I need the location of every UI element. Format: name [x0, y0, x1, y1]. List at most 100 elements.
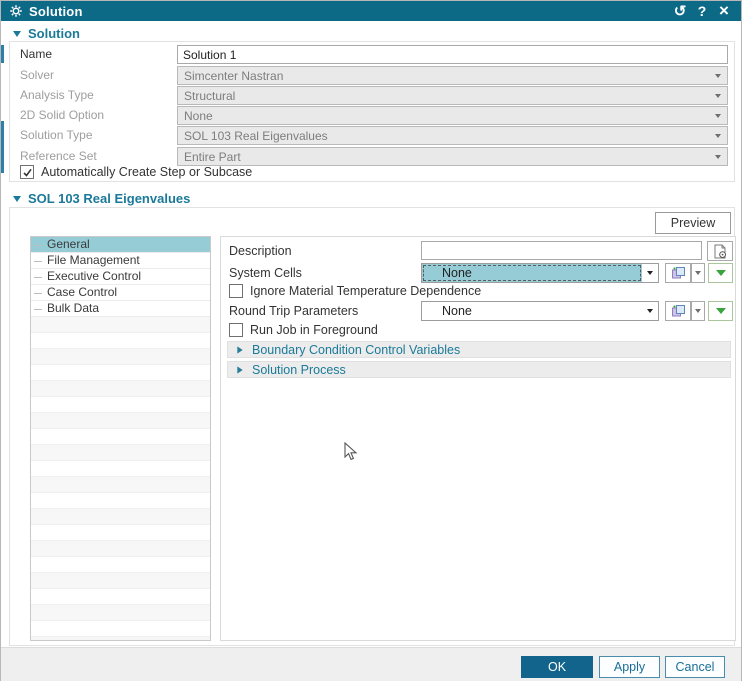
nav-item-general[interactable]: General	[31, 237, 210, 253]
reference-set-label: Reference Set	[20, 149, 97, 163]
chevron-down-icon	[647, 271, 653, 275]
ignore-material-label: Ignore Material Temperature Dependence	[250, 284, 482, 298]
empty-list-row	[31, 317, 210, 333]
empty-list-row	[31, 541, 210, 557]
auto-subcase-label: Automatically Create Step or Subcase	[41, 165, 253, 179]
document-edit-icon	[714, 244, 726, 258]
empty-list-row	[31, 413, 210, 429]
apply-button[interactable]: Apply	[599, 656, 660, 678]
reset-icon[interactable]: ↺	[669, 2, 691, 20]
general-settings-panel: Description System Cells None Ignore Mat…	[220, 236, 736, 641]
nav-item-executive-control[interactable]: Executive Control	[31, 269, 210, 285]
empty-list-row	[31, 493, 210, 509]
solution-group: Name Solver Simcenter Nastran Analysis T…	[9, 41, 735, 182]
expander-label: Solution Process	[252, 362, 346, 377]
solution-dialog: Solution ↺ ? × Solution Name Solver Simc…	[0, 0, 742, 681]
chevron-down-icon	[715, 113, 721, 118]
empty-list-row	[31, 429, 210, 445]
reference-set-dropdown: Entire Part	[177, 147, 728, 166]
chevron-down-icon	[715, 133, 721, 138]
description-input[interactable]	[421, 241, 702, 260]
section-title: Solution	[28, 26, 80, 41]
sol103-section-header[interactable]: SOL 103 Real Eigenvalues	[13, 191, 190, 206]
expand-triangle-icon	[237, 345, 243, 354]
chevron-down-icon	[715, 93, 721, 98]
copy-from-existing-button[interactable]	[665, 301, 691, 321]
empty-list-row	[31, 605, 210, 621]
name-label: Name	[20, 47, 53, 61]
system-cells-dropdown[interactable]: None	[421, 263, 659, 283]
section-title: SOL 103 Real Eigenvalues	[28, 191, 191, 206]
round-trip-dropdown[interactable]: None	[421, 301, 659, 321]
run-job-label: Run Job in Foreground	[250, 323, 378, 337]
round-trip-label: Round Trip Parameters	[229, 304, 359, 318]
analysis-type-dropdown: Structural	[177, 86, 728, 105]
gear-icon	[10, 5, 22, 17]
green-down-arrow-icon	[715, 270, 726, 276]
sol103-nav-list: General File Management Executive Contro…	[30, 236, 211, 641]
empty-list-row	[31, 445, 210, 461]
solution-process-expander[interactable]: Solution Process	[227, 361, 731, 378]
boundary-condition-expander[interactable]: Boundary Condition Control Variables	[227, 341, 731, 358]
empty-list-row	[31, 349, 210, 365]
green-down-arrow-icon	[715, 308, 726, 314]
empty-list-row	[31, 589, 210, 605]
solid-option-dropdown: None	[177, 106, 728, 125]
empty-list-row	[31, 557, 210, 573]
copy-icon	[671, 267, 685, 279]
expander-label: Boundary Condition Control Variables	[252, 342, 461, 357]
solution-type-label: Solution Type	[20, 128, 93, 142]
preview-button[interactable]: Preview	[655, 212, 731, 234]
empty-list-row	[31, 381, 210, 397]
system-cells-label: System Cells	[229, 266, 302, 280]
solution-section-header[interactable]: Solution	[13, 26, 80, 41]
chevron-down-icon	[647, 309, 653, 313]
empty-list-row	[31, 477, 210, 493]
title-bar: Solution ↺ ? ×	[1, 1, 741, 21]
chevron-down-icon	[715, 154, 721, 159]
chevron-down-icon	[695, 309, 701, 313]
empty-list-row	[31, 525, 210, 541]
chevron-down-icon	[715, 73, 721, 78]
chevron-down-icon	[695, 271, 701, 275]
empty-list-row	[31, 509, 210, 525]
nav-item-bulk-data[interactable]: Bulk Data	[31, 301, 210, 317]
analysis-type-label: Analysis Type	[20, 88, 94, 102]
copy-options-arrow-button[interactable]	[691, 301, 705, 321]
empty-list-row	[31, 637, 210, 640]
solid-option-label: 2D Solid Option	[20, 108, 105, 122]
run-job-checkbox[interactable]	[229, 323, 243, 337]
dialog-edge-rail	[1, 121, 4, 173]
collapse-triangle-icon	[13, 30, 21, 37]
collapse-triangle-icon	[13, 195, 21, 202]
copy-icon	[671, 305, 685, 317]
ok-button[interactable]: OK	[521, 656, 593, 678]
nav-item-case-control[interactable]: Case Control	[31, 285, 210, 301]
auto-subcase-checkbox[interactable]	[20, 165, 34, 179]
name-input[interactable]	[177, 45, 728, 64]
solution-type-dropdown: SOL 103 Real Eigenvalues	[177, 126, 728, 145]
dialog-edge-rail	[1, 45, 4, 63]
footer-bar: OK Apply Cancel	[1, 647, 741, 681]
open-editor-button[interactable]	[707, 241, 733, 261]
create-new-button[interactable]	[708, 263, 733, 283]
empty-list-row	[31, 365, 210, 381]
empty-list-row	[31, 621, 210, 637]
description-label: Description	[229, 244, 292, 258]
sol103-group: Preview General File Management Executiv…	[9, 207, 736, 646]
nav-item-file-management[interactable]: File Management	[31, 253, 210, 269]
empty-list-row	[31, 397, 210, 413]
help-icon[interactable]: ?	[691, 2, 713, 20]
cancel-button[interactable]: Cancel	[665, 656, 725, 678]
copy-from-existing-button[interactable]	[665, 263, 691, 283]
create-new-button[interactable]	[708, 301, 733, 321]
expand-triangle-icon	[237, 365, 243, 374]
solver-label: Solver	[20, 68, 55, 82]
empty-list-row	[31, 461, 210, 477]
copy-options-arrow-button[interactable]	[691, 263, 705, 283]
solver-dropdown: Simcenter Nastran	[177, 66, 728, 85]
close-icon[interactable]: ×	[713, 1, 735, 20]
ignore-material-checkbox[interactable]	[229, 284, 243, 298]
empty-list-row	[31, 333, 210, 349]
dialog-title: Solution	[29, 3, 83, 19]
